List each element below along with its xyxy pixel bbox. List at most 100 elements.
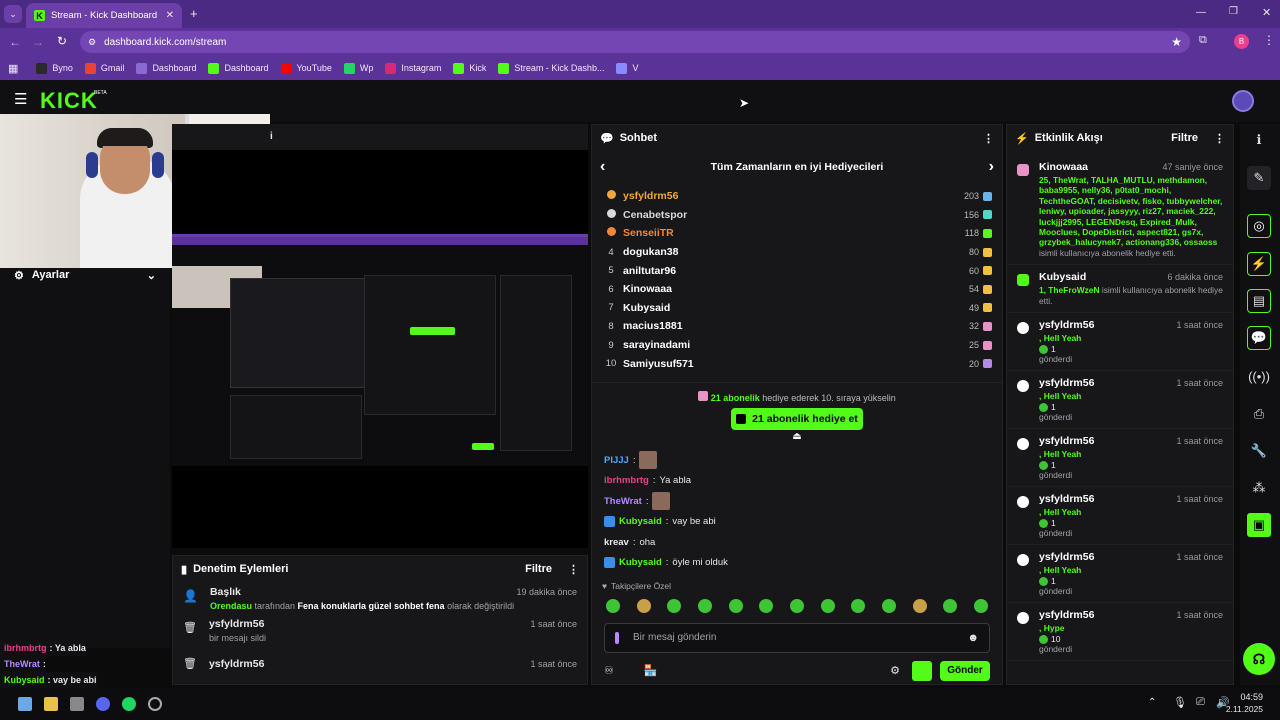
activity-user[interactable]: ysfyldrm56 [1039,435,1094,447]
emoji-picker-icon[interactable]: ☻ [967,632,979,644]
mic-tray-icon[interactable]: 🎙 [1173,696,1187,709]
hamburger-menu-icon[interactable]: ☰ [14,90,27,108]
extensions-icon[interactable]: ⧉ [1199,34,1207,47]
close-window-button[interactable]: ✕ [1262,6,1271,19]
activity-menu-icon[interactable]: ⋮ [1214,132,1225,145]
activity-user[interactable]: Kinowaaa [1039,161,1088,173]
emote-icon[interactable] [912,598,927,613]
support-icon[interactable]: ☊ [1243,643,1275,675]
lightning-icon[interactable]: ⚡ [1247,252,1271,276]
url-field[interactable]: ⚙ dashboard.kick.com/stream ★ [80,31,1190,53]
chat-username[interactable]: kreav [604,537,629,548]
bookmark-item[interactable]: Kick [453,62,486,74]
steam-icon[interactable] [70,697,84,711]
emote-icon[interactable] [973,598,988,613]
bookmark-item[interactable]: Stream - Kick Dashb... [498,62,604,74]
user-avatar[interactable] [1232,90,1254,112]
chat-username[interactable]: PIJJJ [604,455,629,466]
leaderboard-row[interactable]: SenseiiTR 118 [604,224,992,243]
chat-username[interactable]: Kubysaid [619,557,662,568]
gift-subs-button[interactable]: 21 abonelik hediye et [731,407,863,430]
activity-user[interactable]: ysfyldrm56 [1039,377,1094,389]
browser-tab[interactable]: K Stream - Kick Dashboard ✕ [26,3,182,28]
leaderboard-row[interactable]: 7 Kubysaid 49 [604,299,992,318]
chat-settings-icon[interactable]: ⚙ [890,664,900,677]
chat-icon[interactable]: 💬 [1247,326,1271,350]
windows-start-icon[interactable] [18,697,32,711]
activity-filter-button[interactable]: Filtre [1171,132,1198,144]
store-icon[interactable]: 🏪 [644,664,658,677]
new-tab-button[interactable]: + [190,6,198,21]
minimize-button[interactable]: — [1196,7,1206,18]
tab-search-button[interactable]: ⌄ [4,5,22,23]
activity-user[interactable]: ysfyldrm56 [1039,319,1094,331]
leaderboard-row[interactable]: 5 aniltutar96 60 [604,261,992,280]
moderation-filter-button[interactable]: Filtre [525,563,552,575]
emote-icon[interactable] [759,598,774,613]
emote-icon[interactable] [667,598,682,613]
kick-logo[interactable]: KICK [40,88,98,114]
obs-icon[interactable] [148,697,162,711]
moderation-actor[interactable]: Orendasu [210,601,252,611]
tray-chevron-icon[interactable]: ⌃ [1148,697,1156,708]
emote-icon[interactable] [697,598,712,613]
moderation-user[interactable]: ysfyldrm56 [209,618,264,630]
leaderboard-row[interactable]: Cenabetspor 156 [604,206,992,225]
infinity-icon[interactable]: ♾ [604,664,614,677]
chat-input[interactable]: Bir mesaj gönderin ☻ [604,622,990,653]
collapse-icon[interactable]: ⏏ [592,431,1002,442]
emote-icon[interactable] [851,598,866,613]
camera-icon[interactable]: ◎ [1247,214,1271,238]
apps-grid-icon[interactable]: ▦ [8,62,18,75]
bookmark-item[interactable]: YouTube [280,62,332,74]
leaderboard-row[interactable]: 9 sarayinadami 25 [604,336,992,355]
microphone-icon[interactable] [615,631,619,644]
file-explorer-icon[interactable] [44,697,58,711]
restore-button[interactable]: ❐ [1229,6,1238,17]
emote-icon[interactable] [606,598,620,613]
browser-menu-icon[interactable]: ⋮ [1263,33,1275,47]
printer-icon[interactable]: ⎙ [1247,402,1271,426]
forward-icon[interactable]: → [32,35,44,49]
bookmark-item[interactable]: Gmail [84,62,124,74]
chat-menu-icon[interactable]: ⋮ [983,132,994,145]
bookmark-item[interactable]: Byno [36,62,73,74]
bookmark-item[interactable]: Instagram [385,62,441,74]
bookmark-star-icon[interactable]: ★ [1171,35,1182,49]
emote-icon[interactable] [789,598,804,613]
emote-icon[interactable] [820,598,835,613]
info-icon[interactable]: ℹ [1247,128,1271,152]
chevron-down-icon[interactable]: ⌄ [147,269,156,282]
bookmark-item[interactable]: Dashboard [136,62,196,74]
mod-view-button[interactable] [912,660,932,681]
leaderboard-next-icon[interactable]: › [989,158,994,176]
activity-user[interactable]: ysfyldrm56 [1039,609,1094,621]
more-menu-icon[interactable]: ⋮ [568,563,579,576]
kick-app-icon[interactable]: ▣ [1247,513,1271,537]
chat-username[interactable]: TheWrat [604,496,642,507]
emote-icon[interactable] [881,598,896,613]
discord-icon[interactable] [96,697,110,711]
leaderboard-row[interactable]: 10 Samiyusuf571 20 [604,354,992,373]
shapes-icon[interactable]: ⁂ [1247,476,1271,500]
reload-icon[interactable]: ↻ [57,34,67,48]
chat-username[interactable]: ibrhmbrtg [604,475,649,486]
profile-avatar[interactable]: B [1234,34,1249,49]
send-button[interactable]: Gönder [940,660,990,681]
leaderboard-row[interactable]: ysfyldrm56 203 [604,187,992,206]
activity-user[interactable]: Kubysaid [1039,271,1086,283]
activity-user[interactable]: ysfyldrm56 [1039,493,1094,505]
emote-icon[interactable] [943,598,958,613]
spotify-icon[interactable] [122,697,136,711]
activity-user[interactable]: ysfyldrm56 [1039,551,1094,563]
edit-icon[interactable]: ✎ [1247,166,1271,190]
leaderboard-row[interactable]: 6 Kinowaaa 54 [604,280,992,299]
emote-icon[interactable] [728,598,743,613]
chat-username[interactable]: Kubysaid [619,516,662,527]
back-icon[interactable]: ← [9,35,21,49]
leaderboard-row[interactable]: 4 dogukan38 80 [604,243,992,262]
document-icon[interactable]: ▤ [1247,289,1271,313]
bookmark-item[interactable]: V [616,62,638,74]
wrench-icon[interactable]: 🔧 [1247,439,1271,463]
emote-icon[interactable] [636,598,651,613]
